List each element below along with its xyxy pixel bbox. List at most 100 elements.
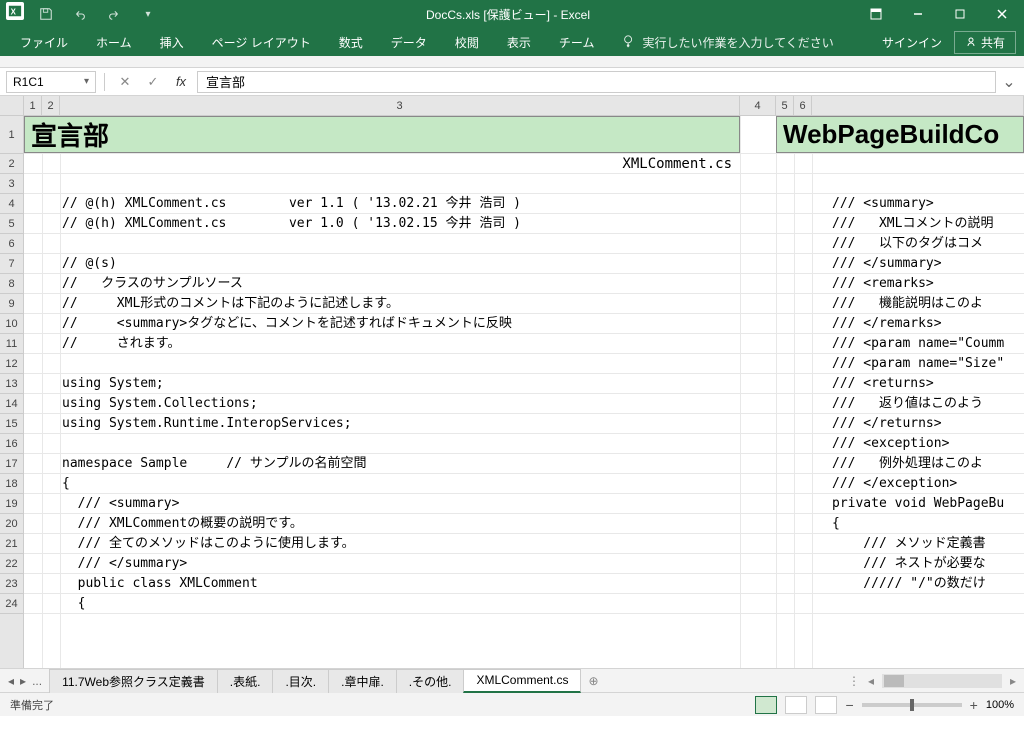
ribbon-tab-校閲[interactable]: 校閲	[443, 30, 491, 55]
row-header[interactable]: 22	[0, 554, 23, 574]
add-sheet-button[interactable]: ⊕	[581, 674, 605, 688]
ribbon-display-icon[interactable]	[856, 0, 896, 28]
code-cell[interactable]: /// <exception>	[812, 434, 1024, 453]
row-header[interactable]: 8	[0, 274, 23, 294]
row-header[interactable]: 19	[0, 494, 23, 514]
name-box[interactable]: R1C1 ▾	[6, 71, 96, 93]
column-header[interactable]: 2	[42, 96, 60, 115]
row-header[interactable]: 14	[0, 394, 23, 414]
code-cell[interactable]: // @(s)	[24, 254, 740, 273]
ribbon-tab-挿入[interactable]: 挿入	[148, 30, 196, 55]
horizontal-scrollbar[interactable]	[882, 674, 1002, 688]
formula-input[interactable]: 宣言部	[197, 71, 996, 93]
row-header[interactable]: 20	[0, 514, 23, 534]
name-box-dropdown-icon[interactable]: ▾	[84, 76, 89, 87]
sheet-tab[interactable]: .目次.	[272, 669, 329, 693]
code-cell[interactable]: /// <returns>	[812, 374, 1024, 393]
row-header[interactable]: 1	[0, 116, 23, 154]
row-header[interactable]: 9	[0, 294, 23, 314]
code-cell[interactable]: /// 返り値はこのよう	[812, 394, 1024, 413]
code-cell[interactable]: /// </summary>	[812, 254, 1024, 273]
code-cell[interactable]: {	[24, 474, 740, 493]
row-header[interactable]: 7	[0, 254, 23, 274]
row-header[interactable]: 11	[0, 334, 23, 354]
ribbon-tab-チーム[interactable]: チーム	[547, 30, 607, 55]
view-normal-button[interactable]	[755, 696, 777, 714]
code-cell[interactable]: // されます。	[24, 334, 740, 353]
code-cell[interactable]: // @(h) XMLComment.cs ver 1.0 ( '13.02.1…	[24, 214, 740, 233]
title-cell-left[interactable]: 宣言部	[24, 116, 740, 153]
hscroll-left-icon[interactable]: ◂	[868, 674, 874, 688]
row-header[interactable]: 10	[0, 314, 23, 334]
code-cell[interactable]: // クラスのサンプルソース	[24, 274, 740, 293]
code-cell[interactable]	[812, 594, 1024, 613]
code-cell[interactable]: /// <summary>	[812, 194, 1024, 213]
title-cell-right[interactable]: WebPageBuildCo	[776, 116, 1024, 153]
minimize-icon[interactable]	[898, 0, 938, 28]
save-icon[interactable]	[34, 2, 58, 26]
share-button[interactable]: 共有	[954, 31, 1016, 54]
code-cell[interactable]: using System.Collections;	[24, 394, 740, 413]
row-header[interactable]: 16	[0, 434, 23, 454]
code-cell[interactable]: /// メソッド定義書	[812, 534, 1024, 553]
qat-customize-icon[interactable]: ▾	[136, 2, 160, 26]
row-header[interactable]: 21	[0, 534, 23, 554]
zoom-out-button[interactable]: −	[845, 697, 853, 713]
code-cell[interactable]: {	[812, 514, 1024, 533]
code-cell[interactable]: ///// "/"の数だけ	[812, 574, 1024, 593]
undo-icon[interactable]	[68, 2, 92, 26]
code-cell[interactable]	[24, 234, 740, 253]
ribbon-tab-数式[interactable]: 数式	[327, 30, 375, 55]
filename-label[interactable]: XMLComment.cs	[24, 154, 740, 173]
code-cell[interactable]: /// XMLコメントの説明	[812, 214, 1024, 233]
column-header[interactable]: 3	[60, 96, 740, 115]
column-header[interactable]	[812, 96, 1024, 115]
tell-me-search[interactable]: 実行したい作業を入力してください	[622, 34, 833, 51]
maximize-icon[interactable]	[940, 0, 980, 28]
ribbon-tab-表示[interactable]: 表示	[495, 30, 543, 55]
code-cell[interactable]: /// 例外処理はこのよ	[812, 454, 1024, 473]
code-cell[interactable]: using System;	[24, 374, 740, 393]
sheet-tab[interactable]: .その他.	[396, 669, 465, 693]
code-cell[interactable]: /// ネストが必要な	[812, 554, 1024, 573]
zoom-slider[interactable]	[862, 703, 962, 707]
ribbon-tab-ページ レイアウト[interactable]: ページ レイアウト	[200, 30, 323, 55]
column-header[interactable]: 5	[776, 96, 794, 115]
row-header[interactable]: 5	[0, 214, 23, 234]
row-header[interactable]: 4	[0, 194, 23, 214]
zoom-in-button[interactable]: +	[970, 697, 978, 713]
row-header[interactable]: 12	[0, 354, 23, 374]
row-header[interactable]: 2	[0, 154, 23, 174]
row-header[interactable]: 18	[0, 474, 23, 494]
tab-scroll-first-icon[interactable]: ◂	[8, 674, 14, 688]
row-header[interactable]: 17	[0, 454, 23, 474]
enter-formula-icon[interactable]: ✓	[141, 71, 165, 93]
code-cell[interactable]: /// </remarks>	[812, 314, 1024, 333]
code-cell[interactable]: /// 機能説明はこのよ	[812, 294, 1024, 313]
code-cell[interactable]: /// <param name="Size"	[812, 354, 1024, 373]
code-cell[interactable]	[24, 354, 740, 373]
code-cell[interactable]: /// XMLCommentの概要の説明です。	[24, 514, 740, 533]
code-cell[interactable]: using System.Runtime.InteropServices;	[24, 414, 740, 433]
ribbon-tab-データ[interactable]: データ	[379, 30, 439, 55]
code-cell[interactable]: {	[24, 594, 740, 613]
close-icon[interactable]	[982, 0, 1022, 28]
code-cell[interactable]: public class XMLComment	[24, 574, 740, 593]
ribbon-tab-ファイル[interactable]: ファイル	[8, 30, 80, 55]
redo-icon[interactable]	[102, 2, 126, 26]
code-cell[interactable]: /// 全てのメソッドはこのように使用します。	[24, 534, 740, 553]
code-cell[interactable]: /// <param name="Coumm	[812, 334, 1024, 353]
code-cell[interactable]: /// <summary>	[24, 494, 740, 513]
formula-expand-icon[interactable]: ⌄	[1000, 72, 1018, 92]
sheet-tab[interactable]: 11.7Web参照クラス定義書	[49, 669, 218, 693]
cancel-formula-icon[interactable]: ✕	[113, 71, 137, 93]
code-cell[interactable]: /// </summary>	[24, 554, 740, 573]
code-cell[interactable]: /// </returns>	[812, 414, 1024, 433]
row-header[interactable]: 3	[0, 174, 23, 194]
fx-icon[interactable]: fx	[169, 71, 193, 93]
row-header[interactable]: 6	[0, 234, 23, 254]
code-cell[interactable]: /// 以下のタグはコメ	[812, 234, 1024, 253]
sheet-tab[interactable]: .表紙.	[217, 669, 274, 693]
view-page-layout-button[interactable]	[785, 696, 807, 714]
hscroll-right-icon[interactable]: ▸	[1010, 674, 1016, 688]
